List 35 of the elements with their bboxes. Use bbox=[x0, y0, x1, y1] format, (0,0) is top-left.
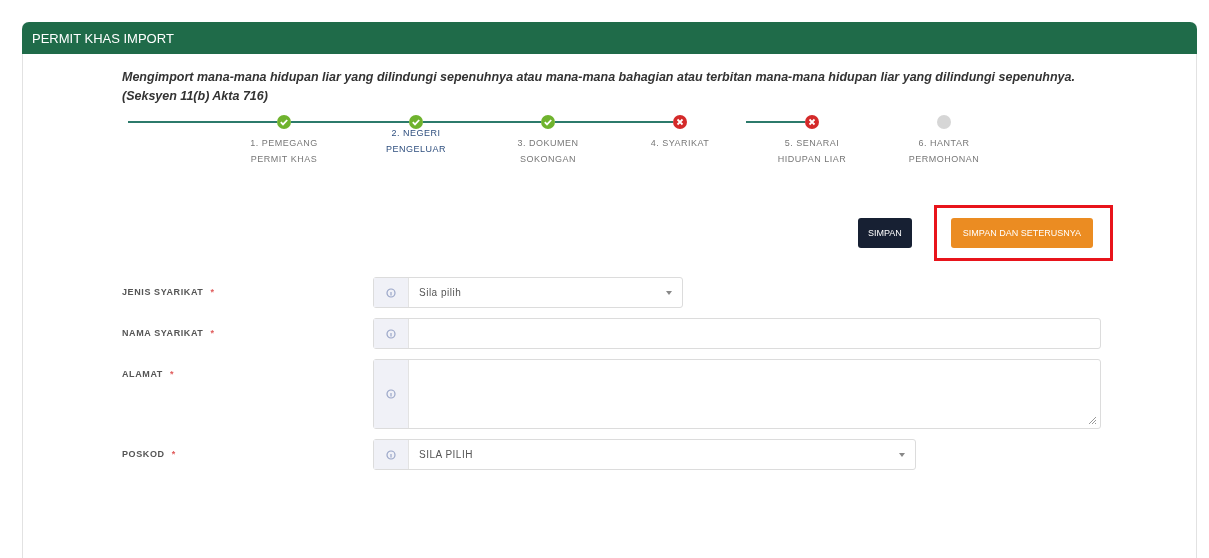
select-field[interactable]: Sila pilih bbox=[373, 277, 683, 308]
step-label[interactable]: 4. SYARIKAT bbox=[635, 135, 725, 151]
required-marker: * bbox=[210, 287, 215, 297]
step-label[interactable]: 2. NEGERI PENGELUAR bbox=[371, 125, 461, 157]
required-marker: * bbox=[210, 328, 215, 338]
step-label[interactable]: 6. HANTAR PERMOHONAN bbox=[899, 135, 989, 167]
step-label[interactable]: 5. SENARAI HIDUPAN LIAR bbox=[767, 135, 857, 167]
step-label[interactable]: 1. PEMEGANG PERMIT KHAS bbox=[239, 135, 329, 167]
caret-icon bbox=[899, 452, 905, 457]
description-text: Mengimport mana-mana hidupan liar yang dilindungi sepenuhnya atau mana-mana bahagian atau terbitan mana-mana hidupan liar yang dilindungi sepenuhnya. (Seksyen 11(b) Akta 716) bbox=[122, 69, 1076, 105]
error-icon bbox=[805, 115, 819, 129]
check-icon bbox=[277, 115, 291, 129]
textarea-field[interactable] bbox=[373, 359, 1101, 429]
save-button[interactable]: SIMPAN DAN SETERUSNYA bbox=[950, 218, 1093, 248]
save-button[interactable]: SIMPAN bbox=[857, 218, 912, 248]
field-label: JENIS SYARIKAT bbox=[122, 287, 204, 297]
info-icon bbox=[386, 287, 396, 298]
check-icon bbox=[541, 115, 555, 129]
field-label: ALAMAT bbox=[122, 369, 163, 379]
info-icon bbox=[386, 389, 396, 399]
field-label: POSKOD bbox=[122, 449, 165, 459]
caret-icon bbox=[666, 290, 672, 295]
required-marker: * bbox=[171, 449, 176, 459]
info-icon bbox=[386, 328, 396, 339]
info-icon bbox=[386, 449, 396, 460]
pending-dot-icon bbox=[937, 115, 951, 129]
input-field[interactable] bbox=[373, 318, 1101, 349]
panel-title: PERMIT KHAS IMPORT bbox=[32, 30, 174, 46]
field-label: NAMA SYARIKAT bbox=[122, 328, 204, 338]
check-icon bbox=[409, 115, 423, 129]
required-marker: * bbox=[170, 369, 175, 379]
select-field[interactable]: SILA PILIH bbox=[373, 439, 916, 470]
step-label[interactable]: 3. DOKUMEN SOKONGAN bbox=[503, 135, 593, 167]
error-icon bbox=[673, 115, 687, 129]
resize-handle-icon[interactable] bbox=[1087, 415, 1097, 425]
